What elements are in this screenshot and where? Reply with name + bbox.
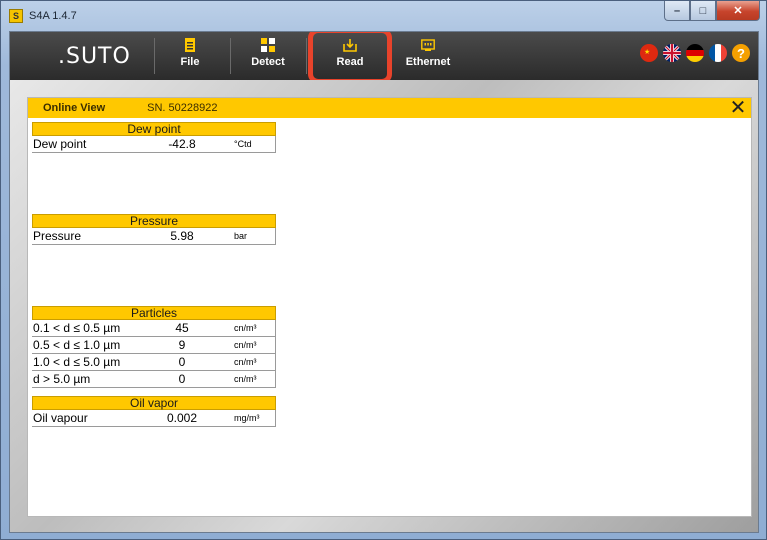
row-label: Pressure	[33, 229, 82, 243]
toolbar-divider	[154, 38, 155, 74]
row-label: 0.5 < d ≤ 1.0 µm	[33, 338, 121, 352]
ethernet-button[interactable]: Ethernet	[398, 38, 458, 76]
read-highlight-outline	[308, 32, 392, 84]
german-flag-icon[interactable]	[686, 44, 704, 62]
online-view-panel: Online View SN. 50228922 ✕ Dew point Dew…	[27, 97, 752, 517]
maximize-button[interactable]: □	[690, 1, 716, 21]
section-header: Particles	[32, 306, 276, 320]
particles-table: Particles 0.1 < d ≤ 0.5 µm 45 cn/m³ 0.5 …	[32, 306, 276, 388]
window-title: S4A 1.4.7	[29, 10, 77, 22]
row-unit: bar	[234, 231, 248, 241]
french-flag-icon[interactable]	[709, 44, 727, 62]
suto-logo: .SUTO	[58, 44, 131, 69]
oil-vapor-table: Oil vapor Oil vapour 0.002 mg/m³	[32, 396, 276, 427]
section-header: Dew point	[32, 122, 276, 136]
toolbar-divider	[230, 38, 231, 74]
help-icon[interactable]: ?	[732, 44, 750, 62]
detect-label: Detect	[251, 56, 285, 68]
uk-flag-icon[interactable]	[663, 44, 681, 62]
panel-close-icon[interactable]: ✕	[729, 98, 747, 118]
serial-number: SN. 50228922	[147, 102, 218, 114]
chinese-flag-icon[interactable]: ★	[640, 44, 658, 62]
row-unit: °Ctd	[234, 139, 252, 149]
section-header: Oil vapor	[32, 396, 276, 410]
row-value: 0	[178, 355, 186, 369]
row-value: -42.8	[168, 137, 196, 151]
row-label: Dew point	[33, 137, 87, 151]
row-unit: cn/m³	[234, 374, 257, 384]
language-selector: ★ ?	[640, 44, 750, 62]
table-row: 0.5 < d ≤ 1.0 µm 9 cn/m³	[32, 337, 276, 354]
row-unit: cn/m³	[234, 340, 257, 350]
row-label: Oil vapour	[33, 411, 88, 425]
row-unit: mg/m³	[234, 413, 260, 423]
row-label: 0.1 < d ≤ 0.5 µm	[33, 321, 121, 335]
title-bar[interactable]: S S4A 1.4.7 – □ ✕	[1, 1, 766, 31]
row-value: 0.002	[166, 411, 198, 425]
detect-icon	[261, 38, 275, 52]
table-row: Dew point -42.8 °Ctd	[32, 136, 276, 153]
row-value: 0	[178, 372, 186, 386]
table-row: Oil vapour 0.002 mg/m³	[32, 410, 276, 427]
row-value: 45	[175, 321, 189, 335]
section-header: Pressure	[32, 214, 276, 228]
row-label: d > 5.0 µm	[33, 372, 91, 386]
table-row: 1.0 < d ≤ 5.0 µm 0 cn/m³	[32, 354, 276, 371]
pressure-table: Pressure Pressure 5.98 bar	[32, 214, 276, 245]
table-row: Pressure 5.98 bar	[32, 228, 276, 245]
row-unit: cn/m³	[234, 323, 257, 333]
row-label: 1.0 < d ≤ 5.0 µm	[33, 355, 121, 369]
dew-point-table: Dew point Dew point -42.8 °Ctd	[32, 122, 276, 153]
file-label: File	[180, 56, 200, 68]
close-button[interactable]: ✕	[716, 1, 760, 21]
panel-title: Online View	[43, 102, 106, 114]
ethernet-label: Ethernet	[405, 56, 451, 68]
ethernet-icon	[421, 39, 435, 51]
panel-header: Online View SN. 50228922 ✕	[28, 98, 751, 118]
svg-text:★: ★	[644, 48, 650, 56]
app-window: S S4A 1.4.7 – □ ✕ .SUTO File Detect Read…	[0, 0, 767, 540]
toolbar-divider	[306, 38, 307, 74]
file-icon	[185, 38, 195, 52]
file-button[interactable]: File	[160, 38, 220, 76]
row-value: 9	[178, 338, 186, 352]
row-value: 5.98	[170, 229, 194, 243]
window-controls: – □ ✕	[664, 1, 760, 21]
table-row: d > 5.0 µm 0 cn/m³	[32, 371, 276, 388]
detect-button[interactable]: Detect	[238, 38, 298, 76]
main-toolbar: .SUTO File Detect Read Ethernet ★ ?	[10, 32, 758, 84]
app-icon: S	[9, 9, 23, 23]
table-row: 0.1 < d ≤ 0.5 µm 45 cn/m³	[32, 320, 276, 337]
minimize-button[interactable]: –	[664, 1, 690, 21]
row-unit: cn/m³	[234, 357, 257, 367]
